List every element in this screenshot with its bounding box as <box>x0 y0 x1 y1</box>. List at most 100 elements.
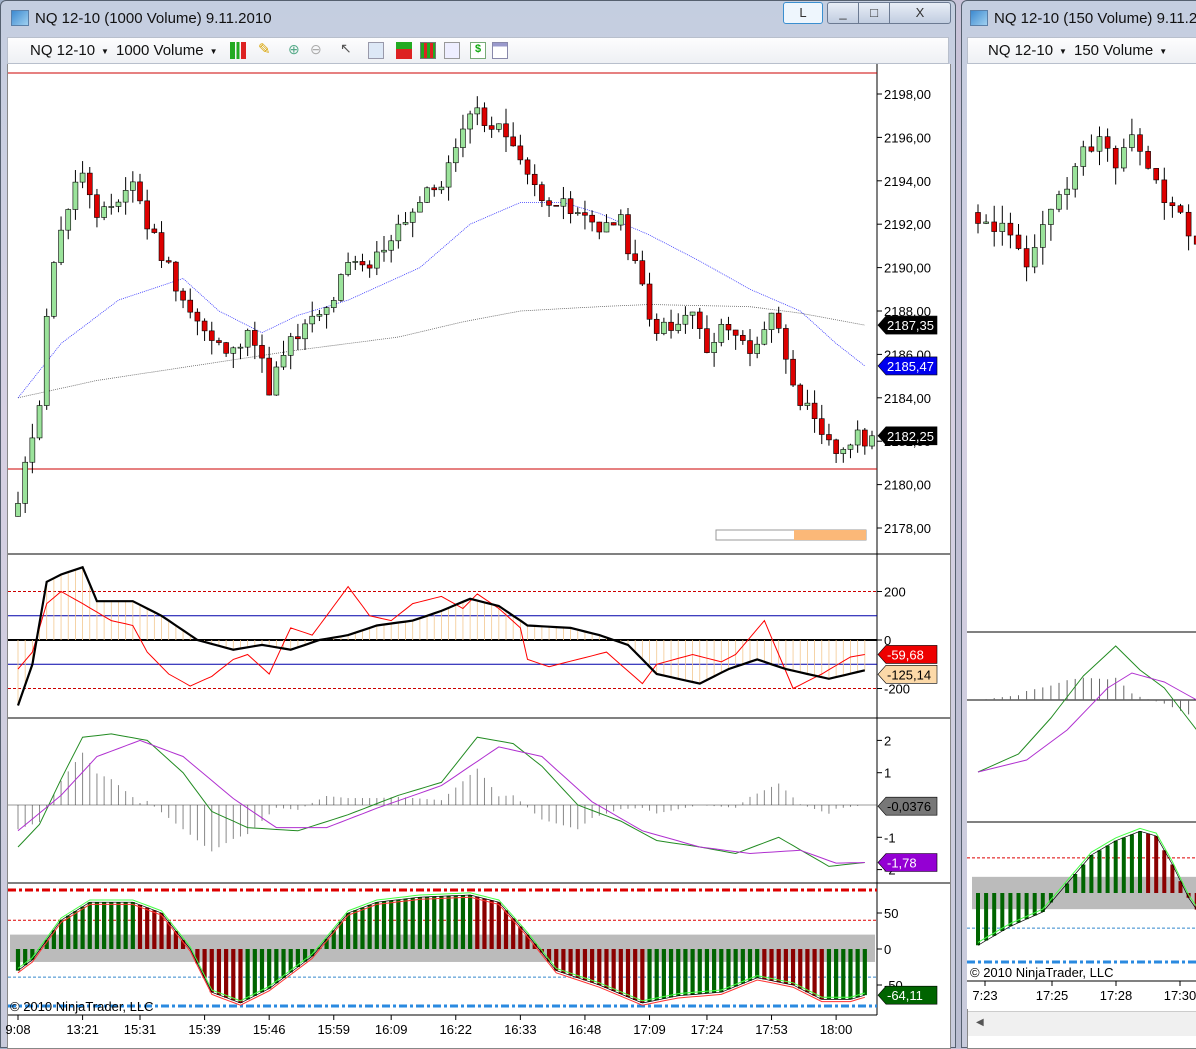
value-marker-label: 2185,47 <box>887 359 934 374</box>
candle-up <box>761 329 768 345</box>
value-marker-label: -125,14 <box>887 667 931 682</box>
candle-down <box>194 311 201 322</box>
candle-up <box>402 222 409 225</box>
value-marker-label: 2187,35 <box>887 318 934 333</box>
candle-down <box>610 222 617 226</box>
candle-down <box>732 329 739 336</box>
bar-progress-fill <box>794 530 866 540</box>
candle-up <box>417 202 423 213</box>
candle-up <box>1080 146 1087 167</box>
candle-down <box>137 181 143 202</box>
candle-up <box>108 206 115 208</box>
time-tick-label: 18:00 <box>820 1022 853 1037</box>
candle-up <box>352 261 359 263</box>
copyright-text-2: © 2010 NinjaTrader, LLC <box>970 965 1114 980</box>
candle-up <box>374 251 380 269</box>
candle-down <box>696 311 703 329</box>
candle-up <box>718 324 725 343</box>
candle-down <box>553 205 560 207</box>
time-tick-label: 16:48 <box>569 1022 602 1037</box>
candle-up <box>1072 166 1078 190</box>
candle-down <box>252 330 258 346</box>
candle-down <box>725 324 732 331</box>
time-tick-label: 9:08 <box>5 1022 30 1037</box>
candle-down <box>259 345 265 359</box>
candle-up <box>574 212 581 214</box>
candle-up <box>309 315 316 325</box>
candle-up <box>101 206 107 218</box>
candle-up <box>345 262 351 275</box>
candle-up <box>438 186 445 191</box>
candle-down <box>180 290 186 301</box>
candle-up <box>847 444 854 450</box>
candle-down <box>481 107 488 126</box>
candle-down <box>216 340 222 343</box>
candle-down <box>589 214 595 223</box>
candle-down <box>740 334 746 341</box>
main-chart-canvas[interactable]: 2198,002196,002194,002192,002190,002188,… <box>0 0 956 1048</box>
candle-down <box>546 200 552 206</box>
time-tick-label: 16:22 <box>439 1022 472 1037</box>
time-tick-label: 17:09 <box>633 1022 666 1037</box>
macd-tick-label: 1 <box>884 766 891 781</box>
candle-up <box>302 323 308 340</box>
candle-up <box>130 181 136 191</box>
candle-up <box>460 128 466 148</box>
candle-down <box>1088 146 1095 152</box>
candle-down <box>833 439 839 454</box>
candle-up <box>115 201 122 207</box>
candle-up <box>1064 188 1070 195</box>
candle-up <box>15 503 21 517</box>
candle-up <box>804 402 811 406</box>
candle-up <box>689 311 696 316</box>
copyright-text: © 2010 NinjaTrader, LLC <box>10 999 154 1014</box>
candle-up <box>230 347 237 354</box>
value-marker-label: -1,78 <box>887 855 917 870</box>
candle-up <box>661 321 667 334</box>
candle-down <box>1137 134 1143 152</box>
second-chart-canvas[interactable]: © 2010 NinjaTrader, LLC 7:23 17:25 17:28 17:… <box>966 0 1196 1048</box>
value-marker-label: -0,0376 <box>887 799 931 814</box>
value-marker-label: -59,68 <box>887 647 924 662</box>
time-tick-label: 7:23 <box>972 988 997 1003</box>
candle-down <box>704 328 710 353</box>
time-tick-label: 17:25 <box>1036 988 1069 1003</box>
time-tick-label: 15:59 <box>317 1022 350 1037</box>
candle-up <box>72 181 79 210</box>
candle-up <box>711 342 717 353</box>
candle-down <box>747 340 753 354</box>
candle-down <box>208 330 215 341</box>
candle-down <box>1185 211 1192 237</box>
candle-up <box>51 262 57 317</box>
candle-down <box>151 228 158 233</box>
candle-up <box>445 162 452 188</box>
candle-up <box>1040 224 1046 248</box>
candle-up <box>409 211 416 223</box>
candle-up <box>316 314 323 317</box>
time-tick-label: 15:46 <box>253 1022 286 1037</box>
candle-up <box>682 314 689 325</box>
candle-down <box>359 261 366 266</box>
candle-down <box>173 261 179 292</box>
candle-up <box>467 113 473 130</box>
price-tick-label: 2180,00 <box>884 478 931 493</box>
macd-tick-label: -1 <box>884 830 896 845</box>
candle-up <box>768 312 775 330</box>
candle-down <box>165 260 172 263</box>
candle-up <box>323 307 330 315</box>
price-tick-label: 2194,00 <box>884 174 931 189</box>
time-tick-label: 15:39 <box>188 1022 221 1037</box>
candle-down <box>1104 136 1111 149</box>
candle-up <box>244 330 251 348</box>
time-tick-label: 16:33 <box>504 1022 537 1037</box>
candle-down <box>266 357 272 396</box>
oscillator-tick-label: 50 <box>884 906 898 921</box>
candle-up <box>122 190 129 203</box>
candle-down <box>653 318 660 334</box>
candle-down <box>632 253 638 261</box>
oscillator-tick-label: 0 <box>884 942 891 957</box>
candle-up <box>1031 247 1038 268</box>
candle-down <box>86 172 93 196</box>
candle-up <box>618 214 624 226</box>
candle-down <box>1015 234 1022 249</box>
